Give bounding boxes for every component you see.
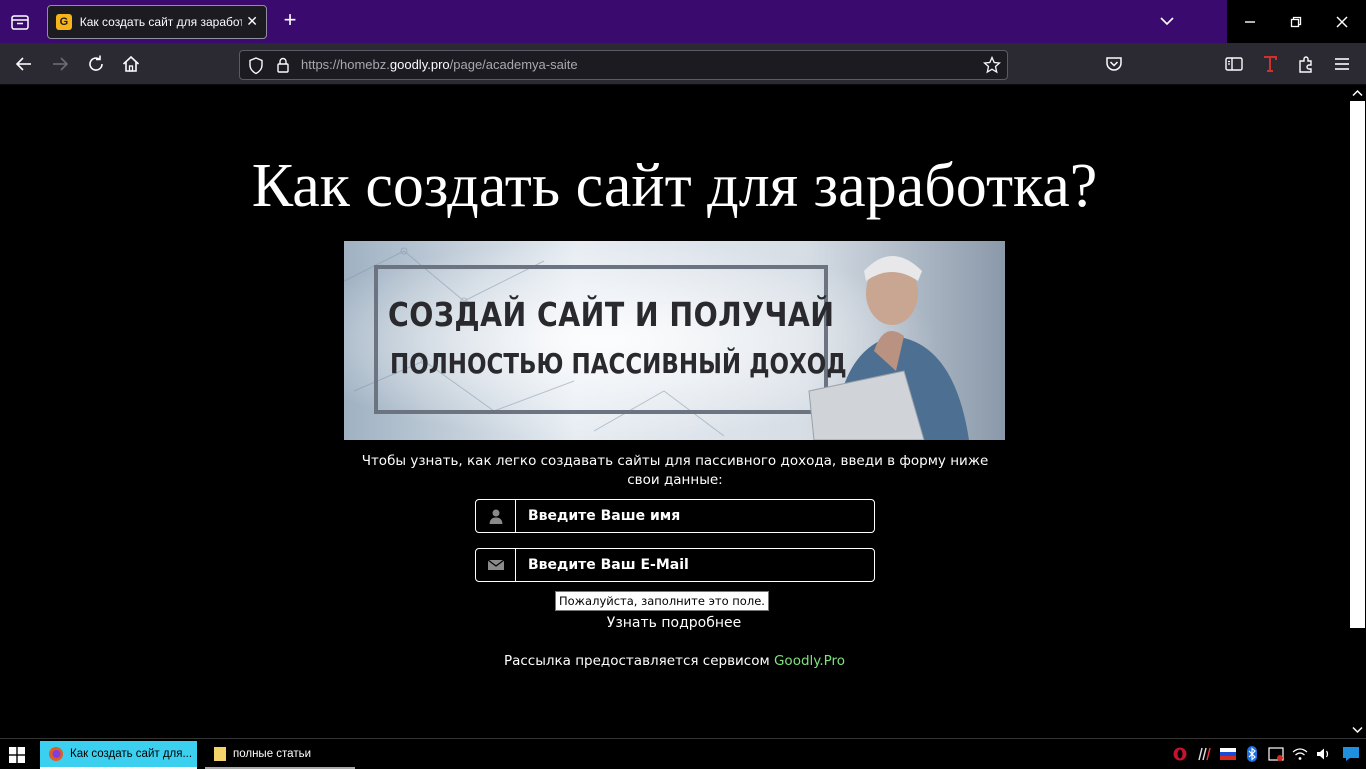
name-input[interactable] [516,501,871,531]
page-title: Как создать сайт для заработка? [251,152,1098,220]
navigation-bar: https://homebz.goodly.pro/page/academya-… [0,43,1366,85]
sidebar-icon[interactable] [1224,54,1244,74]
windows-taskbar: Как создать сайт для... полные статьи [0,738,1366,769]
bookmark-star-icon[interactable] [983,56,1001,74]
system-tray [1168,739,1366,769]
close-tab-icon[interactable]: ✕ [246,14,258,30]
volume-icon[interactable] [1312,739,1336,769]
address-bar[interactable]: https://homebz.goodly.pro/page/academya-… [239,50,1008,80]
document-icon [214,747,226,761]
wifi-icon[interactable] [1288,739,1312,769]
reload-icon[interactable] [86,54,106,74]
url-prefix: https://homebz. [301,57,390,72]
name-field[interactable] [475,499,875,533]
firefox-icon [49,747,63,761]
url-path: /page/academya-saite [449,57,578,72]
email-field[interactable] [475,548,875,582]
tray-app-icon[interactable] [1192,739,1216,769]
back-arrow-icon[interactable] [14,54,34,74]
banner-headline: СОЗДАЙ САЙТ И ПОЛУЧАЙ [388,295,835,334]
user-icon [476,500,516,532]
home-icon[interactable] [121,54,141,74]
language-flag-icon[interactable] [1216,739,1240,769]
opera-icon[interactable] [1168,739,1192,769]
goodly-link[interactable]: Goodly.Pro [774,653,845,669]
hamburger-menu-icon[interactable] [1332,54,1352,74]
validation-tooltip: Пожалуйста, заполните это поле. [555,591,769,611]
lock-icon[interactable] [276,57,290,74]
notifications-icon[interactable] [1336,739,1366,769]
taskbar-firefox-label: Как создать сайт для... [70,748,193,760]
page-content: Как создать сайт для заработка? СОЗДАЙ С… [0,86,1349,738]
taskbar-folder[interactable]: полные статьи [205,741,355,769]
pocket-icon[interactable] [1104,54,1124,74]
scroll-down-icon[interactable] [1352,726,1363,734]
restore-icon[interactable] [1273,0,1319,43]
url-domain: goodly.pro [389,57,450,72]
screenshot-tool-icon[interactable] [1264,739,1288,769]
form-intro-text: Чтобы узнать, как легко создавать сайты … [361,453,989,488]
translate-extension-icon[interactable] [1260,54,1280,74]
scrollbar-thumb[interactable] [1350,101,1365,628]
window-controls [1227,0,1366,43]
minimize-icon[interactable] [1227,0,1273,43]
site-favicon-icon: G [56,14,72,30]
envelope-icon [476,549,516,581]
forward-arrow-icon[interactable] [50,54,70,74]
tab-bar: G Как создать сайт для заработка? ✕ + [0,0,1366,43]
tab-title: Как создать сайт для заработка? [79,15,243,29]
service-footer: Рассылка предоставляется сервисом Goodly… [0,653,1349,669]
windows-start-icon[interactable] [9,747,25,763]
submit-button[interactable]: Узнать подробнее [574,615,774,631]
new-tab-icon[interactable]: + [279,9,301,32]
email-input[interactable] [516,550,871,580]
shield-icon[interactable] [248,57,264,75]
page-scrollbar[interactable] [1349,86,1366,738]
extensions-puzzle-icon[interactable] [1296,54,1316,74]
banner-subheadline: ПОЛНОСТЬЮ ПАССИВНЫЙ ДОХОД [390,347,847,380]
taskbar-firefox[interactable]: Как создать сайт для... [40,741,197,769]
url-text[interactable]: https://homebz.goodly.pro/page/academya-… [301,57,578,72]
footer-prefix: Рассылка предоставляется сервисом [503,653,774,669]
close-window-icon[interactable] [1319,0,1365,43]
scroll-up-icon[interactable] [1352,89,1363,97]
taskbar-folder-label: полные статьи [233,748,312,760]
active-tab[interactable]: G Как создать сайт для заработка? ✕ [47,5,267,39]
firefox-view-icon[interactable] [10,12,30,32]
bluetooth-icon[interactable] [1240,739,1264,769]
promo-banner: СОЗДАЙ САЙТ И ПОЛУЧАЙ ПОЛНОСТЬЮ ПАССИВНЫ… [344,241,1005,440]
banner-background-image [344,241,1005,440]
chevron-down-icon[interactable] [1158,12,1176,30]
